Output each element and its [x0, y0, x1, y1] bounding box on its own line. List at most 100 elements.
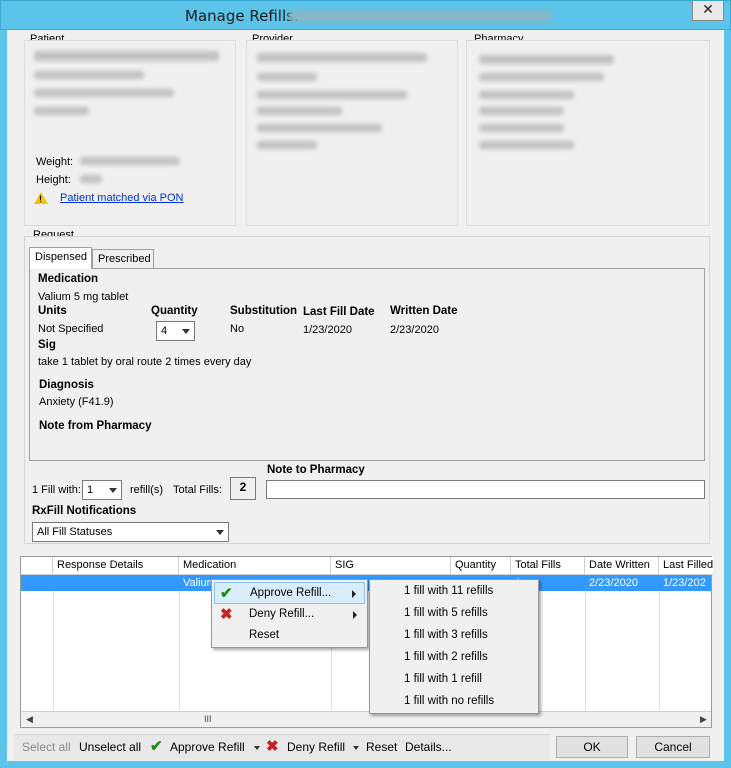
submenu-item-3-refills[interactable]: 1 fill with 3 refills: [370, 625, 538, 647]
patient-panel: Weight: Height: ! Patient matched via PO…: [24, 40, 236, 226]
redacted-text: [479, 73, 604, 81]
written-date-heading: Written Date: [390, 305, 458, 317]
column-medication[interactable]: Medication: [179, 557, 331, 575]
horizontal-scrollbar[interactable]: ◀ III ▶: [21, 711, 711, 727]
quantity-value: 4: [161, 325, 168, 337]
grid-divider: [585, 575, 586, 711]
refills-label: refill(s): [130, 484, 163, 496]
note-from-pharmacy-heading: Note from Pharmacy: [39, 420, 152, 432]
column-response-details[interactable]: Response Details: [53, 557, 179, 575]
sig-heading: Sig: [38, 339, 56, 351]
menu-item-deny-refill[interactable]: ✖ Deny Refill...: [214, 604, 365, 626]
submenu-item-11-refills[interactable]: 1 fill with 11 refills: [370, 581, 538, 603]
column-last-filled[interactable]: Last Filled: [659, 557, 713, 575]
tab-prescribed[interactable]: Prescribed: [92, 249, 154, 269]
ok-button[interactable]: OK: [556, 736, 628, 758]
x-icon: ✖: [266, 738, 279, 755]
note-to-pharmacy-label: Note to Pharmacy: [267, 464, 365, 476]
submenu-item-1-refill[interactable]: 1 fill with 1 refill: [370, 669, 538, 691]
last-fill-heading: Last Fill Date: [303, 306, 375, 318]
redacted-text: [257, 124, 382, 132]
title-bar[interactable]: Manage Refills: ✕: [0, 0, 731, 30]
sig-value: take 1 tablet by oral route 2 times ever…: [38, 356, 252, 368]
chevron-down-icon: [216, 530, 224, 535]
tab-dispensed[interactable]: Dispensed: [29, 247, 92, 269]
redacted-weight: [80, 157, 180, 165]
redacted-text: [479, 124, 564, 132]
details-button[interactable]: Details...: [405, 740, 452, 754]
fill-with-select[interactable]: 1: [82, 480, 122, 500]
fill-with-value: 1: [87, 484, 94, 496]
grid-divider: [179, 575, 180, 711]
fill-with-label: 1 Fill with:: [32, 484, 81, 496]
total-fills-label: Total Fills:: [173, 484, 222, 496]
rxfill-notifications-label: RxFill Notifications: [32, 505, 137, 517]
approve-refill-button[interactable]: Approve Refill: [170, 740, 245, 754]
menu-item-label: Reset: [249, 629, 280, 641]
column-date-written[interactable]: Date Written: [585, 557, 659, 575]
scroll-thumb[interactable]: III: [204, 714, 212, 724]
redacted-text: [257, 107, 342, 115]
redacted-height: [80, 175, 102, 183]
last-fill-value: 1/23/2020: [303, 324, 352, 336]
chevron-down-icon: [182, 329, 190, 334]
chevron-down-icon[interactable]: [254, 746, 260, 750]
warning-icon-mark: !: [39, 194, 42, 204]
submenu-item-5-refills[interactable]: 1 fill with 5 refills: [370, 603, 538, 625]
menu-item-reset[interactable]: Reset: [214, 625, 365, 647]
redacted-text: [257, 91, 407, 99]
cancel-button[interactable]: Cancel: [636, 736, 710, 758]
provider-panel: [246, 40, 458, 226]
redacted-text: [257, 141, 317, 149]
submenu-item-2-refills[interactable]: 1 fill with 2 refills: [370, 647, 538, 669]
menu-item-label: Deny Refill...: [249, 608, 315, 620]
medication-value: Valium 5 mg tablet: [38, 291, 129, 303]
check-icon: ✔: [220, 585, 233, 602]
redacted-patient-name: [289, 10, 551, 22]
select-all-button[interactable]: Select all: [22, 740, 71, 754]
x-icon: ✖: [220, 606, 233, 623]
redacted-text: [34, 71, 144, 79]
context-menu: ✔ Approve Refill... ✖ Deny Refill... Res…: [211, 579, 368, 648]
units-value: Not Specified: [38, 323, 104, 335]
row-last-filled: 1/23/202: [663, 577, 706, 589]
note-to-pharmacy-input[interactable]: [266, 480, 705, 499]
redacted-text: [257, 73, 317, 81]
column-total-fills[interactable]: Total Fills: [511, 557, 585, 575]
rxfill-status-select[interactable]: All Fill Statuses: [32, 522, 229, 542]
row-header-corner: [21, 557, 53, 575]
menu-item-approve-refill[interactable]: ✔ Approve Refill...: [214, 582, 365, 604]
substitution-value: No: [230, 323, 245, 335]
close-button[interactable]: ✕: [692, 1, 724, 21]
row-date-written: 2/23/2020: [589, 577, 638, 589]
column-quantity[interactable]: Quantity: [451, 557, 511, 575]
chevron-down-icon[interactable]: [353, 746, 359, 750]
scroll-right-icon[interactable]: ▶: [700, 714, 707, 725]
grid-divider: [659, 575, 660, 711]
chevron-down-icon: [109, 488, 117, 493]
medication-heading: Medication: [38, 273, 99, 285]
submenu-arrow-icon: [352, 590, 356, 598]
units-heading: Units: [38, 305, 67, 317]
scroll-left-icon[interactable]: ◀: [26, 714, 33, 725]
approve-refill-submenu: 1 fill with 11 refills 1 fill with 5 ref…: [369, 579, 539, 714]
quantity-heading: Quantity: [151, 305, 198, 317]
quantity-select[interactable]: 4: [156, 321, 195, 341]
total-fills-value: 2: [230, 477, 256, 500]
redacted-text: [479, 107, 564, 115]
substitution-heading: Substitution: [230, 305, 298, 317]
menu-item-label: Approve Refill...: [250, 587, 332, 599]
submenu-item-no-refills[interactable]: 1 fill with no refills: [370, 691, 538, 713]
weight-label: Weight:: [36, 156, 74, 168]
redacted-text: [34, 51, 219, 61]
unselect-all-button[interactable]: Unselect all: [79, 740, 141, 754]
diagnosis-heading: Diagnosis: [39, 379, 94, 391]
written-date-value: 2/23/2020: [390, 324, 439, 336]
patient-matched-link[interactable]: Patient matched via PON: [60, 192, 184, 204]
column-sig[interactable]: SIG: [331, 557, 451, 575]
deny-refill-button[interactable]: Deny Refill: [287, 740, 345, 754]
diagnosis-value: Anxiety (F41.9): [39, 396, 114, 408]
redacted-text: [479, 55, 614, 64]
redacted-text: [34, 89, 174, 97]
reset-button[interactable]: Reset: [366, 740, 397, 754]
